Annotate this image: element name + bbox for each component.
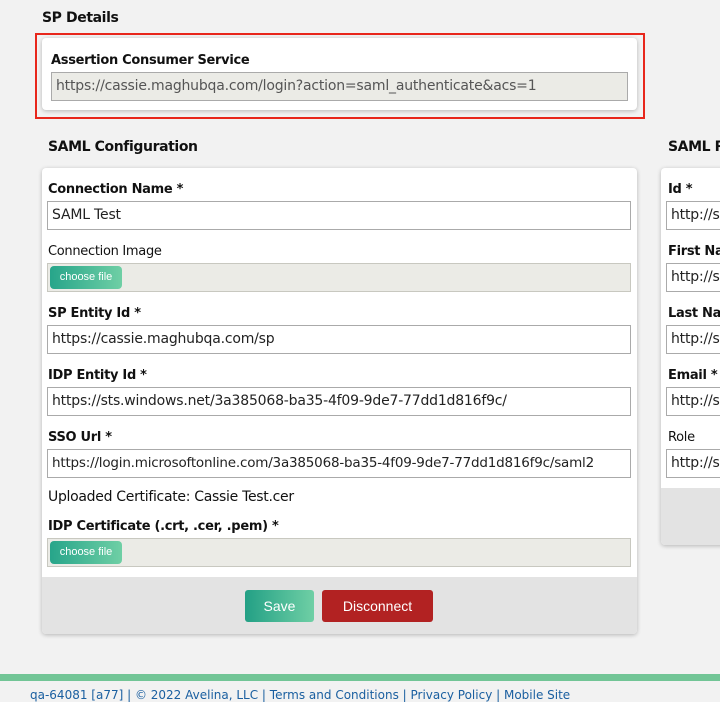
uploaded-certificate: Uploaded Certificate: Cassie Test.cer xyxy=(48,489,294,505)
sp-entity-label: SP Entity Id * xyxy=(48,306,141,321)
field-label: Email * xyxy=(668,368,718,383)
disconnect-button[interactable]: Disconnect xyxy=(322,590,433,622)
footer-divider xyxy=(0,674,720,681)
connection-image-file: choose file xyxy=(47,263,631,292)
connection-name-input[interactable]: SAML Test xyxy=(47,201,631,230)
sp-entity-input[interactable]: https://cassie.maghubqa.com/sp xyxy=(47,325,631,354)
saml-config-card: Connection Name * SAML Test Connection I… xyxy=(42,168,637,634)
acs-input[interactable]: https://cassie.maghubqa.com/login?action… xyxy=(51,72,628,101)
idp-certificate-file: choose file xyxy=(47,538,631,567)
field-input[interactable]: http://s xyxy=(666,449,720,478)
field-input[interactable]: http://s xyxy=(666,201,720,230)
field-label: Last Nar xyxy=(668,306,720,321)
sp-details-title: SP Details xyxy=(42,10,119,26)
choose-file-button[interactable]: choose file xyxy=(50,266,122,289)
saml-config-title: SAML Configuration xyxy=(48,139,198,155)
idp-entity-label: IDP Entity Id * xyxy=(48,368,147,383)
connection-image-label: Connection Image xyxy=(48,244,162,259)
save-button[interactable]: Save xyxy=(245,590,314,622)
card-footer xyxy=(661,488,720,545)
acs-label: Assertion Consumer Service xyxy=(51,53,250,68)
sso-url-input[interactable]: https://login.microsoftonline.com/3a3850… xyxy=(47,449,631,478)
card-footer: Save Disconnect xyxy=(42,577,637,634)
field-input[interactable]: http://s xyxy=(666,325,720,354)
field-label: Role xyxy=(668,430,695,445)
saml-response-title: SAML Re xyxy=(668,139,720,155)
field-input[interactable]: http://s xyxy=(666,263,720,292)
sp-details-card: Assertion Consumer Service https://cassi… xyxy=(42,38,637,110)
idp-certificate-label: IDP Certificate (.crt, .cer, .pem) * xyxy=(48,519,279,534)
footer-links[interactable]: qa-64081 [a77] | © 2022 Avelina, LLC | T… xyxy=(30,688,570,702)
sso-url-label: SSO Url * xyxy=(48,430,112,445)
saml-response-card: Id * http://s First Nar http://s Last Na… xyxy=(661,168,720,545)
field-input[interactable]: http://s xyxy=(666,387,720,416)
choose-file-button[interactable]: choose file xyxy=(50,541,122,564)
connection-name-label: Connection Name * xyxy=(48,182,184,197)
field-label: Id * xyxy=(668,182,693,197)
field-label: First Nar xyxy=(668,244,720,259)
idp-entity-input[interactable]: https://sts.windows.net/3a385068-ba35-4f… xyxy=(47,387,631,416)
